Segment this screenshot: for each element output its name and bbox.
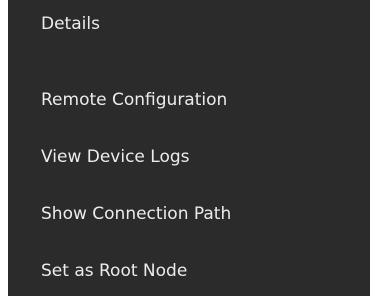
context-menu: Details Remote Configuration View Device… (8, 0, 370, 296)
menu-item-remote-configuration[interactable]: Remote Configuration (8, 71, 370, 128)
menu-item-show-connection-path[interactable]: Show Connection Path (8, 185, 370, 242)
menu-item-set-as-root-node[interactable]: Set as Root Node (8, 242, 370, 299)
menu-item-view-device-logs[interactable]: View Device Logs (8, 128, 370, 185)
menu-item-details[interactable]: Details (8, 14, 370, 42)
